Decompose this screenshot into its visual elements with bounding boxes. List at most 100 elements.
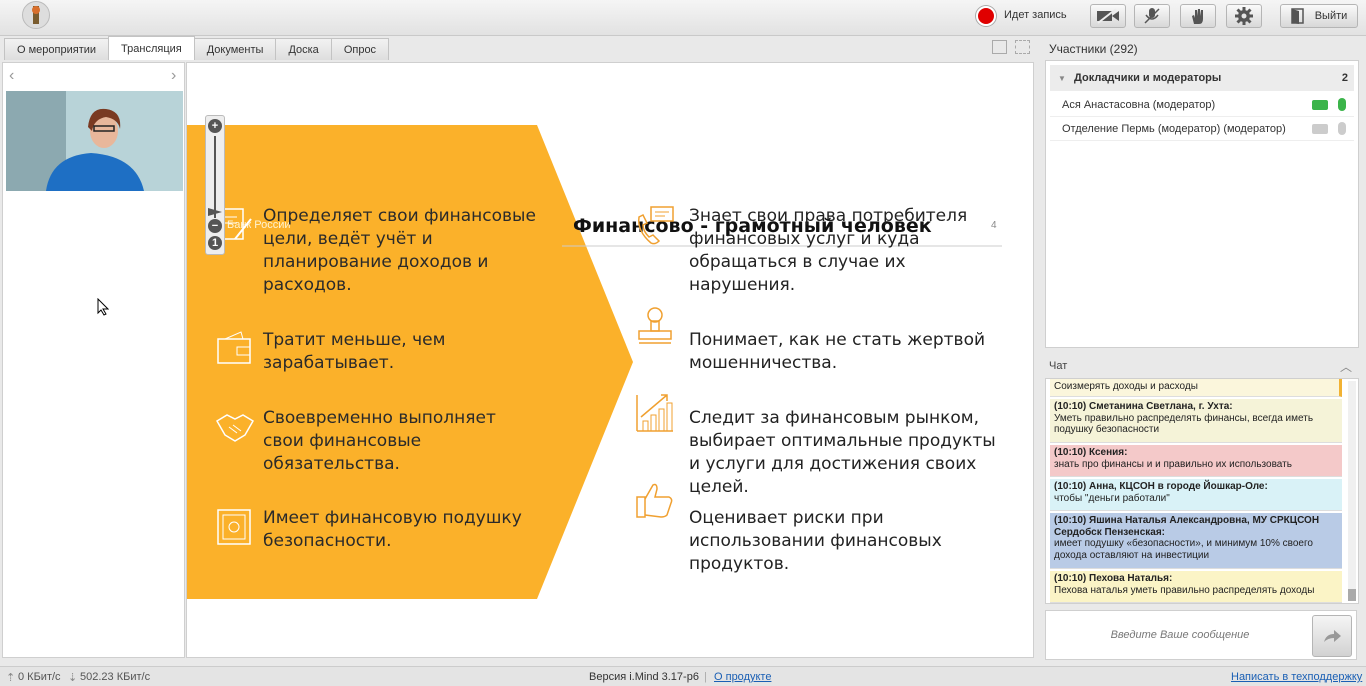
participants-group-header[interactable]: ▼ Докладчики и модераторы 2: [1050, 65, 1354, 91]
chat-message-text: Соизмерять доходы и расходы: [1054, 381, 1198, 392]
zoom-reset-icon[interactable]: 1: [208, 236, 222, 250]
stamp-icon: [638, 307, 672, 344]
participants-panel: ▼ Докладчики и модераторы 2 Ася Анастасо…: [1045, 60, 1359, 348]
slide-left-item-2: Тратит меньше, чем зарабатывает.: [263, 330, 446, 373]
chevron-left-icon[interactable]: ‹: [9, 67, 14, 85]
about-link[interactable]: О продукте: [714, 671, 771, 683]
slide-page-number: 4: [991, 220, 997, 231]
participants-title: Участники (292): [1049, 42, 1138, 56]
camera-off-icon: [1097, 8, 1119, 24]
participant-row[interactable]: Ася Анастасовна (модератор): [1050, 93, 1354, 117]
slide-right-item-1: Знает свои права потребителя финансовых …: [689, 206, 968, 295]
slide-left-item-4: Имеет финансовую подушку безопасности.: [263, 508, 522, 551]
status-bar: ⇡ 0 КБит/с ⇣ 502.23 КБит/с Версия i.Mind…: [0, 666, 1366, 686]
chat-input-area[interactable]: Введите Ваше сообщение: [1045, 610, 1357, 660]
zoom-out-icon[interactable]: −: [208, 219, 222, 233]
mic-on-icon: [1338, 98, 1346, 111]
chevron-up-icon[interactable]: ︿: [1340, 358, 1352, 375]
tab-about-event[interactable]: О мероприятии: [4, 38, 110, 60]
video-panel: ‹ ›: [2, 62, 185, 658]
collapse-triangle-icon[interactable]: ▼: [1058, 74, 1066, 83]
participant-name: Ася Анастасовна (модератор): [1062, 98, 1216, 111]
chat-message: (10:10) Пехова Наталья: Пехова наталья у…: [1050, 571, 1342, 603]
speaker-video[interactable]: [6, 91, 183, 191]
mic-toggle-button[interactable]: [1134, 4, 1170, 28]
chevron-right-icon[interactable]: ›: [171, 67, 176, 85]
chat-message: (10:10) Сметанина Светлана, г. Ухта: Уме…: [1050, 399, 1342, 443]
exit-button[interactable]: Выйти: [1280, 4, 1358, 28]
growth-chart-icon: [636, 394, 673, 432]
chat-title: Чат: [1049, 360, 1068, 372]
raise-hand-icon: [1192, 9, 1203, 24]
chat-scroll-thumb[interactable]: [1348, 589, 1356, 601]
group-count: 2: [1341, 72, 1348, 84]
window-restore-icon[interactable]: [992, 40, 1007, 54]
chat-message-author: (10:10) Ксения:: [1054, 447, 1128, 458]
exit-door-icon: [1290, 8, 1304, 24]
main-tabs: О мероприятии Трансляция Документы Доска…: [4, 36, 390, 60]
exit-label: Выйти: [1314, 10, 1348, 22]
chat-message-author: (10:10) Сметанина Светлана, г. Ухта:: [1054, 401, 1233, 412]
upload-rate: 0 КБит/с: [18, 671, 61, 683]
chat-input-placeholder[interactable]: Введите Ваше сообщение: [1046, 629, 1314, 641]
slide-left-item-3: Своевременно выполняет свои финансовые о…: [263, 408, 496, 474]
fullscreen-icon[interactable]: [1015, 40, 1030, 54]
settings-button[interactable]: [1226, 4, 1262, 28]
download-rate: 502.23 КБит/с: [80, 671, 151, 683]
chat-message: Соизмерять доходы и расходы: [1050, 379, 1342, 397]
tab-board[interactable]: Доска: [275, 38, 332, 60]
send-arrow-icon: [1324, 630, 1341, 642]
chat-scrollbar[interactable]: [1348, 381, 1356, 601]
zoom-slider[interactable]: + − 1: [205, 115, 225, 255]
handshake-icon: [215, 414, 255, 442]
recording-indicator-icon: [976, 6, 996, 26]
participant-name: Отделение Пермь (модератор) (модератор): [1062, 122, 1286, 135]
wallet-icon: [217, 331, 251, 364]
slide-right-item-4: Оценивает риски при использовании финанс…: [689, 508, 942, 574]
chat-message-author: (10:10) Яшина Наталья Александровна, МУ …: [1054, 515, 1320, 538]
slide-left-item-1: Определяет свои финансовые цели, ведёт у…: [263, 206, 536, 295]
tab-poll[interactable]: Опрос: [330, 38, 390, 60]
chat-messages: Соизмерять доходы и расходы (10:10) Смет…: [1045, 378, 1359, 604]
chat-message: (10:10) Яшина Наталья Александровна, МУ …: [1050, 513, 1342, 569]
chat-message-text: Пехова наталья уметь правильно распредел…: [1054, 584, 1315, 596]
send-message-button[interactable]: [1312, 615, 1352, 657]
chat-message-author: (10:10) Пехова Наталья:: [1054, 573, 1173, 584]
participant-row[interactable]: Отделение Пермь (модератор) (модератор): [1050, 117, 1354, 141]
presentation-area: Банк России Финансово - грамотный челове…: [186, 62, 1034, 658]
upload-arrow-icon: ⇡: [6, 672, 16, 684]
download-arrow-icon: ⇣: [68, 672, 78, 684]
camera-off-icon: [1312, 123, 1328, 134]
settings-gear-icon: [1235, 7, 1253, 25]
phone-chat-icon: [638, 206, 674, 245]
top-toolbar: Идет запись Выйти: [0, 0, 1366, 36]
chat-message-text: знать про финансы и и правильно их испол…: [1054, 458, 1292, 470]
camera-on-icon: [1312, 99, 1328, 110]
tab-documents[interactable]: Документы: [193, 38, 277, 60]
chat-message: (10:10) Анна, КЦСОН в городе Йошкар-Оле:…: [1050, 479, 1342, 511]
recording-label: Идет запись: [1004, 9, 1067, 21]
slide-right-item-3: Следит за финансовым рынком, выбирает оп…: [689, 408, 996, 497]
safe-icon: [217, 509, 251, 545]
tab-broadcast[interactable]: Трансляция: [108, 36, 195, 60]
chat-message: (10:10) Ксения: знать про финансы и и пр…: [1050, 445, 1342, 477]
chat-message-text: Уметь правильно распределять финансы, вс…: [1054, 412, 1314, 436]
slide: Банк России Финансово - грамотный челове…: [187, 125, 1033, 599]
support-link[interactable]: Написать в техподдержку: [1231, 671, 1362, 683]
mic-off-icon: [1338, 122, 1346, 135]
zoom-in-icon[interactable]: +: [208, 119, 222, 133]
slide-right-item-2: Понимает, как не стать жертвой мошенниче…: [689, 330, 986, 373]
raise-hand-button[interactable]: [1180, 4, 1216, 28]
divider: |: [704, 671, 707, 683]
version-label: Версия i.Mind 3.17-p6: [589, 671, 699, 683]
chat-message-author: (10:10) Анна, КЦСОН в городе Йошкар-Оле:: [1054, 481, 1268, 492]
chat-message-text: имеет подушку «безопасности», и минимум …: [1054, 538, 1313, 561]
app-logo: [22, 1, 50, 29]
chat-message-text: чтобы "деньги работали": [1054, 492, 1170, 504]
window-controls: [992, 40, 1030, 54]
thumbs-up-icon: [636, 483, 673, 518]
mic-off-icon: [1144, 8, 1160, 24]
mouse-cursor-icon: [97, 297, 110, 319]
group-label: Докладчики и модераторы: [1074, 72, 1222, 84]
camera-toggle-button[interactable]: [1090, 4, 1126, 28]
